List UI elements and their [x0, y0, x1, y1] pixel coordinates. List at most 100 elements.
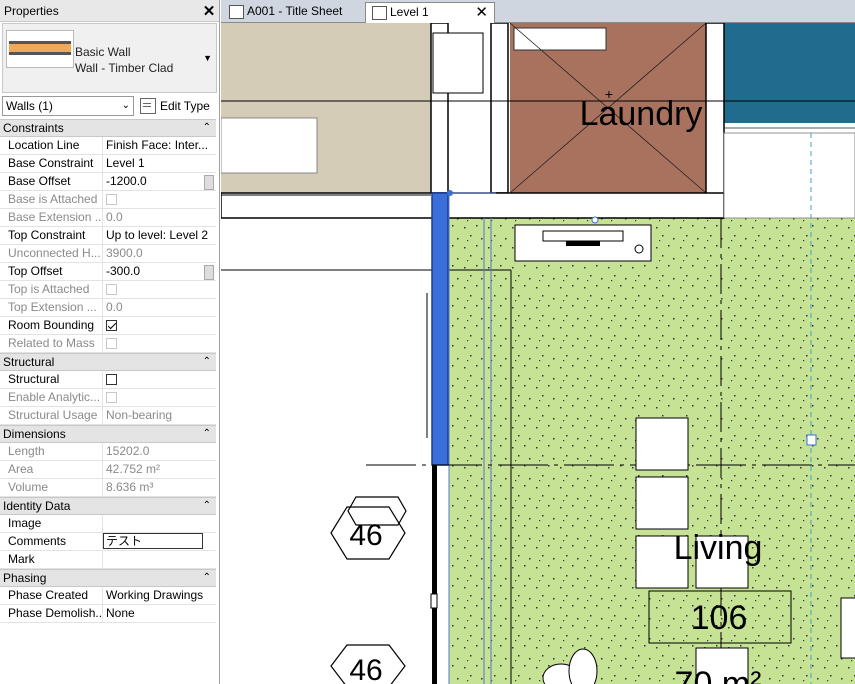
- property-value[interactable]: Working Drawings: [103, 587, 216, 604]
- level-tag-text: 46: [349, 654, 382, 684]
- property-row[interactable]: Area 42.752 m²: [0, 461, 216, 479]
- property-row[interactable]: Top Offset -300.0: [0, 263, 216, 281]
- property-value[interactable]: [103, 371, 216, 388]
- floor-plan-drawing[interactable]: + Laundry Living 106 70 m² 46 46: [221, 23, 855, 684]
- property-value: 0.0: [103, 299, 216, 316]
- instance-filter-dropdown[interactable]: Walls (1) ⌄: [2, 96, 134, 116]
- property-name: Base Extension ...: [0, 209, 103, 226]
- property-value-text: Finish Face: Inter...: [106, 138, 209, 152]
- property-value[interactable]: テスト: [103, 533, 216, 550]
- value-spinner-icon[interactable]: [204, 175, 214, 190]
- selected-wall[interactable]: [431, 192, 449, 466]
- view-tabs: A001 - Title Sheet Level 1 ✕: [221, 0, 855, 23]
- property-row[interactable]: Length 15202.0: [0, 443, 216, 461]
- property-row[interactable]: Base Offset -1200.0: [0, 173, 216, 191]
- property-name: Top is Attached: [0, 281, 103, 298]
- property-row[interactable]: Enable Analytic...: [0, 389, 216, 407]
- property-value: [103, 191, 216, 208]
- property-value[interactable]: None: [103, 605, 216, 622]
- property-value[interactable]: -1200.0: [103, 173, 216, 190]
- property-row[interactable]: Phase Created Working Drawings: [0, 587, 216, 605]
- property-name: Enable Analytic...: [0, 389, 103, 406]
- drawing-canvas[interactable]: + Laundry Living 106 70 m² 46 46: [221, 23, 855, 684]
- group-header-structural[interactable]: Structural ⌃: [0, 353, 216, 371]
- property-name: Room Bounding: [0, 317, 103, 334]
- properties-panel: Properties ✕ Basic Wall Wall - Timber Cl…: [0, 0, 220, 684]
- property-value-text: 0.0: [106, 210, 123, 224]
- hall-cabinet: [221, 117, 318, 174]
- collapse-icon[interactable]: ⌃: [203, 120, 211, 136]
- property-row[interactable]: Base is Attached: [0, 191, 216, 209]
- collapse-icon[interactable]: ⌃: [203, 426, 211, 442]
- property-row[interactable]: Top Extension ... 0.0: [0, 299, 216, 317]
- edit-type-button[interactable]: Edit Type: [140, 96, 210, 116]
- close-tab-icon[interactable]: ✕: [475, 3, 488, 22]
- checkbox[interactable]: [106, 374, 117, 385]
- wall-end-handle[interactable]: [447, 190, 453, 196]
- property-name: Base Constraint: [0, 155, 103, 172]
- living-room-number[interactable]: 106: [691, 599, 748, 637]
- type-name: Wall - Timber Clad: [75, 61, 174, 75]
- comments-input[interactable]: テスト: [103, 533, 203, 549]
- instance-filter-value: Walls (1): [6, 99, 53, 113]
- group-header-constraints[interactable]: Constraints ⌃: [0, 119, 216, 137]
- close-icon[interactable]: ✕: [199, 2, 219, 20]
- property-value[interactable]: -300.0: [103, 263, 216, 280]
- properties-table: Constraints ⌃ Location Line Finish Face: In…: [0, 119, 216, 623]
- property-name: Volume: [0, 479, 103, 496]
- property-row[interactable]: Top Constraint Up to level: Level 2: [0, 227, 216, 245]
- property-value: Non-bearing: [103, 407, 216, 424]
- checkbox[interactable]: [106, 320, 117, 331]
- property-row[interactable]: Structural Usage Non-bearing: [0, 407, 216, 425]
- property-name: Base Offset: [0, 173, 103, 190]
- property-value: 0.0: [103, 209, 216, 226]
- property-value[interactable]: [103, 551, 216, 568]
- property-name: Image: [0, 515, 103, 532]
- property-value-text: Level 1: [106, 156, 145, 170]
- property-row[interactable]: Room Bounding: [0, 317, 216, 335]
- collapse-icon[interactable]: ⌃: [203, 354, 211, 370]
- property-row[interactable]: Related to Mass: [0, 335, 216, 353]
- property-row[interactable]: Mark: [0, 551, 216, 569]
- property-row[interactable]: Image: [0, 515, 216, 533]
- tab-label: A001 - Title Sheet: [247, 4, 343, 18]
- wall-midpoint-handle[interactable]: [591, 216, 599, 224]
- property-value: [103, 335, 216, 352]
- group-header-phasing[interactable]: Phasing ⌃: [0, 569, 216, 587]
- tab-title-sheet[interactable]: A001 - Title Sheet: [223, 2, 363, 23]
- chevron-down-icon[interactable]: ▼: [203, 53, 212, 63]
- group-header-identity-data[interactable]: Identity Data ⌃: [0, 497, 216, 515]
- property-value: [103, 389, 216, 406]
- property-value-text: Working Drawings: [106, 588, 204, 602]
- group-header-dimensions[interactable]: Dimensions ⌃: [0, 425, 216, 443]
- property-name: Location Line: [0, 137, 103, 154]
- property-name: Related to Mass: [0, 335, 103, 352]
- property-row[interactable]: Structural: [0, 371, 216, 389]
- lock-icon[interactable]: [806, 434, 817, 446]
- laundry-room-label[interactable]: Laundry: [580, 95, 703, 133]
- property-row[interactable]: Comments テスト: [0, 533, 216, 551]
- property-row[interactable]: Base Constraint Level 1: [0, 155, 216, 173]
- property-name: Base is Attached: [0, 191, 103, 208]
- property-row[interactable]: Unconnected H... 3900.0: [0, 245, 216, 263]
- property-row[interactable]: Top is Attached: [0, 281, 216, 299]
- property-row[interactable]: Phase Demolish... None: [0, 605, 216, 623]
- property-value-text: 15202.0: [106, 444, 150, 458]
- value-spinner-icon[interactable]: [204, 265, 214, 280]
- property-value[interactable]: Level 1: [103, 155, 216, 172]
- living-room-area[interactable]: 70 m²: [675, 665, 762, 684]
- property-value[interactable]: Finish Face: Inter...: [103, 137, 216, 154]
- property-value-text: 3900.0: [106, 246, 143, 260]
- property-value[interactable]: [103, 515, 216, 532]
- property-row[interactable]: Location Line Finish Face: Inter...: [0, 137, 216, 155]
- property-value[interactable]: [103, 317, 216, 334]
- collapse-icon[interactable]: ⌃: [203, 498, 211, 514]
- living-room-label[interactable]: Living: [674, 529, 763, 567]
- property-row[interactable]: Base Extension ... 0.0: [0, 209, 216, 227]
- checkbox: [106, 338, 117, 349]
- tab-level-1[interactable]: Level 1 ✕: [365, 2, 495, 23]
- property-row[interactable]: Volume 8.636 m³: [0, 479, 216, 497]
- collapse-icon[interactable]: ⌃: [203, 570, 211, 586]
- property-value[interactable]: Up to level: Level 2: [103, 227, 216, 244]
- type-selector[interactable]: Basic Wall Wall - Timber Clad ▼: [2, 23, 217, 93]
